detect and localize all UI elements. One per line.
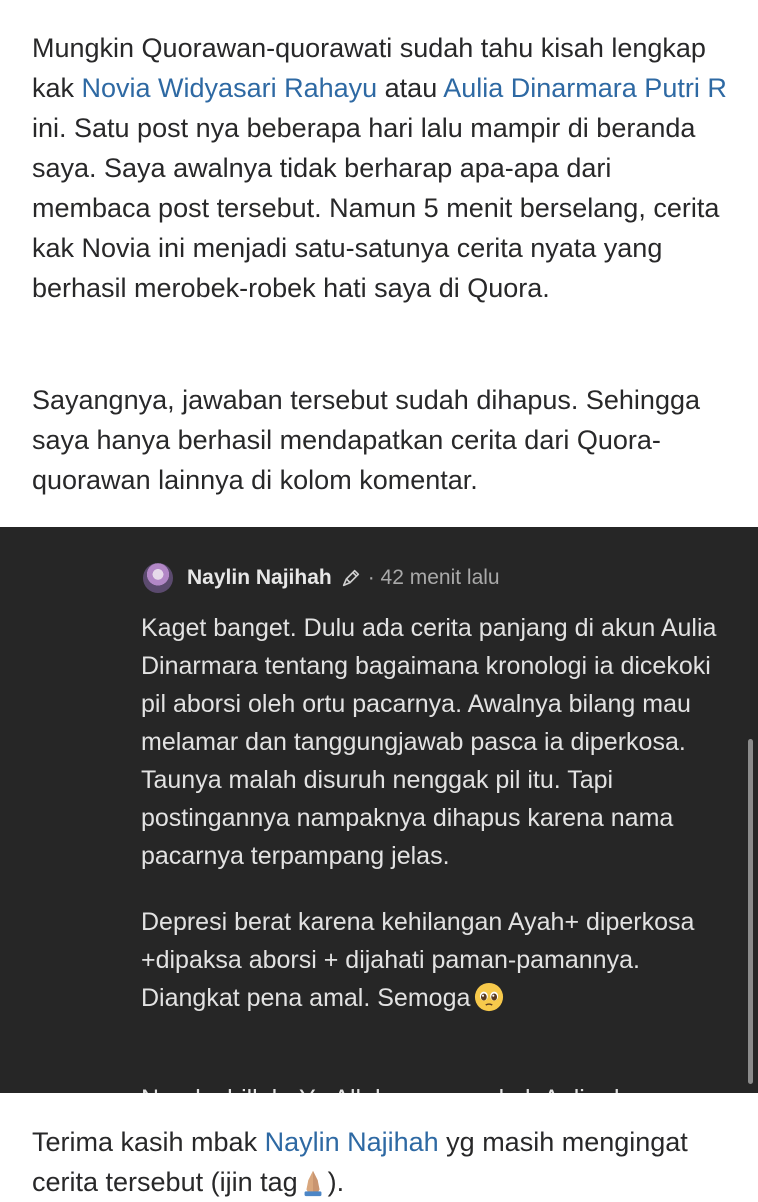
comment-author[interactable]: Naylin Najihah: [187, 566, 332, 590]
avatar[interactable]: [143, 563, 173, 593]
mention-novia[interactable]: Novia Widyasari Rahayu: [82, 73, 378, 103]
thanks-text-end: ).: [327, 1167, 345, 1197]
pleading-face-icon: [475, 982, 504, 1012]
comment-clipped-line: Naudzubillah, Ya Allah, semoga kak Aulia…: [141, 1080, 731, 1093]
folded-hands-icon: [304, 1170, 322, 1197]
comment-scrollbar[interactable]: [748, 739, 753, 1084]
comment-partial-text: Naudzubillah, Ya Allah, semoga kak Aulia…: [141, 1080, 731, 1093]
comment-paragraph-2: Depresi berat karena kehilangan Ayah+ di…: [141, 903, 731, 1017]
mention-aulia[interactable]: Aulia Dinarmara Putri R: [443, 73, 727, 103]
intro-paragraph: Mungkin Quorawan-quorawati sudah tahu ki…: [32, 28, 732, 308]
intro-text-mid: atau: [377, 73, 444, 103]
pen-icon: [342, 569, 359, 587]
comment-time: · 42 menit lalu: [367, 566, 500, 589]
comment-paragraph-1: Kaget banget. Dulu ada cerita panjang di…: [141, 614, 717, 870]
comment-header: Naylin Najihah · 42 menit lalu: [143, 561, 500, 595]
intro-text-end: ini. Satu post nya beberapa hari lalu ma…: [32, 113, 720, 303]
mention-naylin[interactable]: Naylin Najihah: [265, 1127, 439, 1157]
comment-screenshot: Naylin Najihah · 42 menit lalu Kaget ban…: [0, 527, 758, 1093]
thanks-text-start: Terima kasih mbak: [32, 1127, 265, 1157]
deleted-answer-paragraph: Sayangnya, jawaban tersebut sudah dihapu…: [32, 385, 700, 495]
comment-body: Kaget banget. Dulu ada cerita panjang di…: [141, 609, 731, 1017]
thanks-paragraph: Terima kasih mbak Naylin Najihah yg masi…: [32, 1122, 732, 1202]
comment-paragraph-2-text: Depresi berat karena kehilangan Ayah+ di…: [141, 908, 695, 1012]
